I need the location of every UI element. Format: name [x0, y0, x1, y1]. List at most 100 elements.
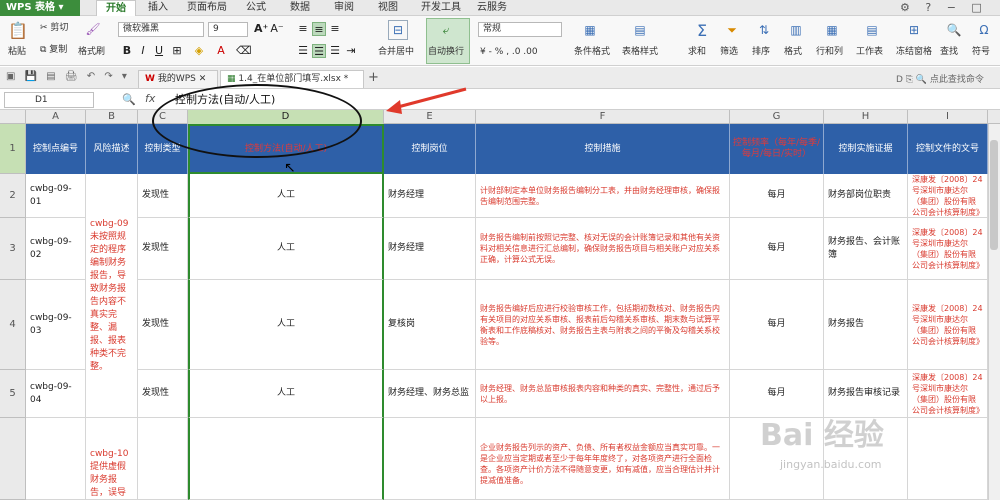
cell-g3[interactable]: 每月 [730, 218, 824, 280]
cell-d4[interactable]: 人工 [188, 280, 384, 370]
find-label[interactable]: 查找 [940, 46, 958, 58]
column-header-a[interactable]: A [26, 110, 86, 124]
freeze-panes-icon[interactable]: ⊞ [904, 20, 924, 40]
row-header-2[interactable]: 2 [0, 174, 26, 218]
cell-i3[interactable]: 深康发〔2008〕24号深圳市康达尔（集团）股份有限公司会计核算制度》 [908, 218, 988, 280]
cell-h3[interactable]: 财务报告、会计账簿 [824, 218, 908, 280]
tab-data[interactable]: 数据 [282, 0, 318, 16]
conditional-format-icon[interactable]: ▦ [580, 20, 600, 40]
cell-i6[interactable] [908, 418, 988, 500]
cell-a5[interactable]: cwbg-09-04 [26, 370, 86, 418]
table-style-icon[interactable]: ▤ [630, 20, 650, 40]
cell-d5[interactable]: 人工 [188, 370, 384, 418]
column-header-h[interactable]: H [824, 110, 908, 124]
table-style-label[interactable]: 表格样式 [622, 46, 658, 58]
cell-a4[interactable]: cwbg-09-03 [26, 280, 86, 370]
cell-e6[interactable] [384, 418, 476, 500]
cell-c4[interactable]: 发现性 [138, 280, 188, 370]
header-cell-control-frequency[interactable]: 控制频率（每年/每季/每月/每日/实时） [730, 124, 824, 174]
sum-icon[interactable]: Σ [692, 20, 712, 40]
copy-button[interactable]: ⧉ 复制 [40, 44, 67, 56]
cell-e2[interactable]: 财务经理 [384, 174, 476, 218]
cell-c6[interactable] [138, 418, 188, 500]
cell-f2[interactable]: 计财部制定本单位财务报告编制分工表，并由财务经理审核，确保报告编制范围完整。 [476, 174, 730, 218]
cut-button[interactable]: ✂ 剪切 [40, 22, 68, 34]
merge-center-label[interactable]: 合并居中 [378, 46, 414, 58]
paste-label[interactable]: 粘贴 [8, 46, 26, 58]
select-all-corner[interactable] [0, 110, 26, 124]
cell-h4[interactable]: 财务报告 [824, 280, 908, 370]
cell-e3[interactable]: 财务经理 [384, 218, 476, 280]
sheet-icon[interactable]: ▤ [862, 20, 882, 40]
tab-formula[interactable]: 公式 [238, 0, 274, 16]
format-painter-label[interactable]: 格式刷 [78, 46, 105, 58]
tab-my-wps[interactable]: W 我的WPS ✕ [138, 70, 218, 88]
format-painter-icon[interactable]: 🖌 [84, 20, 102, 38]
cell-f4[interactable]: 财务报告编好后应进行校验审核工作，包括期初数核对、财务报告内有关项目的对应关系审… [476, 280, 730, 370]
scrollbar-thumb[interactable] [990, 140, 998, 250]
font-grow-icon[interactable]: A⁺ [254, 22, 268, 36]
underline-icon[interactable]: U [152, 44, 166, 58]
cell-f6[interactable]: 企业财务报告列示的资产、负债、所有者权益金额应当真实可靠。一是企业应当定期或者至… [476, 418, 730, 500]
align-center-icon[interactable]: ☰ [312, 44, 326, 58]
sort-label[interactable]: 排序 [752, 46, 770, 58]
header-cell-evidence[interactable]: 控制实施证据 [824, 124, 908, 174]
cell-d6[interactable] [188, 418, 384, 500]
cell-i2[interactable]: 深康发〔2008〕24号深圳市康达尔（集团）股份有限公司会计核算制度》 [908, 174, 988, 218]
sheet-label[interactable]: 工作表 [856, 46, 883, 58]
freeze-panes-label[interactable]: 冻结窗格 [896, 46, 932, 58]
font-name-select[interactable]: 微软雅黑 [118, 22, 204, 37]
cell-i4[interactable]: 深康发〔2008〕24号深圳市康达尔（集团）股份有限公司会计核算制度》 [908, 280, 988, 370]
align-middle-icon[interactable]: ≡ [312, 22, 326, 36]
cell-d2[interactable]: 人工 [188, 174, 384, 218]
cell-h2[interactable]: 财务部岗位职责 [824, 174, 908, 218]
row-header-3[interactable]: 3 [0, 218, 26, 280]
cell-a2[interactable]: cwbg-09-01 [26, 174, 86, 218]
tab-view[interactable]: 视图 [370, 0, 406, 16]
cell-f5[interactable]: 财务经理、财务总监审核报表内容和种类的真实、完整性，通过后予以上报。 [476, 370, 730, 418]
sort-icon[interactable]: ⇅ [754, 20, 774, 40]
header-cell-control-id[interactable]: 控制点编号 [26, 124, 86, 174]
border-icon[interactable]: ⊞ [170, 44, 184, 58]
cell-g2[interactable]: 每月 [730, 174, 824, 218]
align-left-icon[interactable]: ☰ [296, 44, 310, 58]
cell-e5[interactable]: 财务经理、财务总监 [384, 370, 476, 418]
new-tab-button[interactable]: + [368, 70, 379, 85]
symbol-icon[interactable]: Ω [974, 20, 994, 40]
row-header-1[interactable]: 1 [0, 124, 26, 174]
font-size-select[interactable]: 9 [208, 22, 248, 37]
column-header-g[interactable]: G [730, 110, 824, 124]
italic-icon[interactable]: I [136, 44, 150, 58]
conditional-format-label[interactable]: 条件格式 [574, 46, 610, 58]
cell-a3[interactable]: cwbg-09-02 [26, 218, 86, 280]
tab-start[interactable]: 开始 [96, 0, 136, 16]
column-header-i[interactable]: I [908, 110, 988, 124]
row-header-6[interactable] [0, 418, 26, 500]
quick-access-toolbar[interactable]: ▣ 💾 ▤ 🖨 ↶ ↷ ▾ [6, 71, 130, 82]
command-search[interactable]: D ⎘ 🔍 点此查找命令 [896, 72, 984, 85]
row-col-icon[interactable]: ▦ [822, 20, 842, 40]
tab-insert[interactable]: 插入 [140, 0, 176, 16]
header-cell-doc-number[interactable]: 控制文件的文号 [908, 124, 988, 174]
symbol-label[interactable]: 符号 [972, 46, 990, 58]
tab-developer[interactable]: 开发工具 [414, 0, 468, 16]
cell-c5[interactable]: 发现性 [138, 370, 188, 418]
number-format-buttons[interactable]: ¥ - % ‚ .0 .00 [480, 46, 538, 58]
cell-b6-risk-merged[interactable]: cwbg-10提供虚假财务报告，误导财务报 [86, 418, 138, 500]
filter-label[interactable]: 筛选 [720, 46, 738, 58]
tab-page-layout[interactable]: 页面布局 [180, 0, 234, 16]
cell-d3[interactable]: 人工 [188, 218, 384, 280]
tab-cloud[interactable]: 云服务 [470, 0, 514, 16]
fill-color-icon[interactable]: ◈ [192, 44, 206, 58]
font-color-icon[interactable]: A [214, 44, 228, 58]
font-shrink-icon[interactable]: A⁻ [270, 22, 284, 36]
row-header-4[interactable]: 4 [0, 280, 26, 370]
cell-g4[interactable]: 每月 [730, 280, 824, 370]
number-format-select[interactable]: 常规 [478, 22, 562, 37]
header-cell-risk[interactable]: 风险描述 [86, 124, 138, 174]
bold-icon[interactable]: B [120, 44, 134, 58]
cell-f3[interactable]: 财务报告编制前按照记完整、核对无误的会计账簿记录和其他有关资料对相关信息进行汇总… [476, 218, 730, 280]
header-cell-control-measure[interactable]: 控制措施 [476, 124, 730, 174]
zoom-icon[interactable]: 🔍 [122, 93, 136, 106]
name-box[interactable]: D1 [4, 92, 94, 108]
